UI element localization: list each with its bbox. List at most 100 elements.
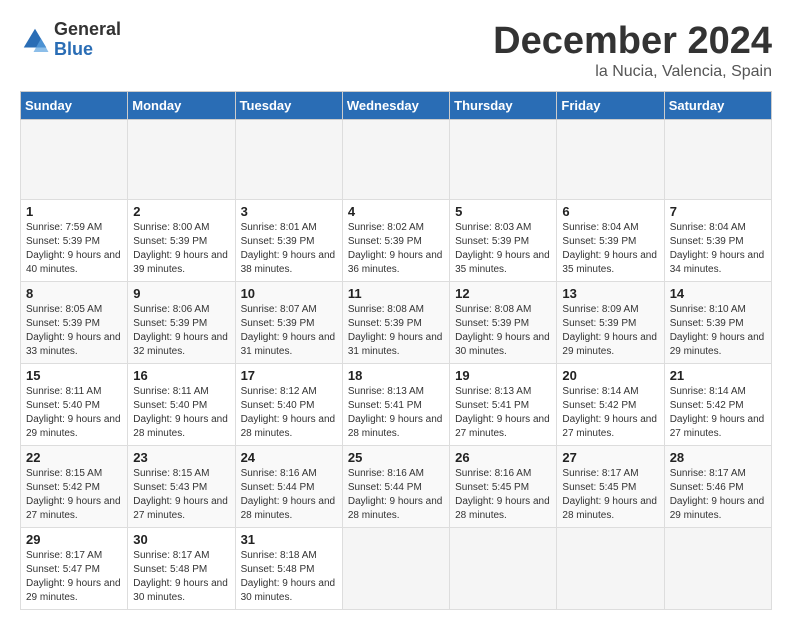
sunset: Sunset: 5:39 PM xyxy=(26,236,100,247)
sunset: Sunset: 5:40 PM xyxy=(26,400,100,411)
daylight: Daylight: 9 hours and 31 minutes. xyxy=(348,332,443,357)
calendar-week-row: 1Sunrise: 7:59 AMSunset: 5:39 PMDaylight… xyxy=(21,200,772,282)
day-number: 8 xyxy=(26,286,122,301)
calendar-week-row: 29 Sunrise: 8:17 AM Sunset: 5:47 PM Dayligh… xyxy=(21,528,772,610)
calendar-cell: 15Sunrise: 8:11 AMSunset: 5:40 PMDayligh… xyxy=(21,364,128,446)
daylight: Daylight: 9 hours and 27 minutes. xyxy=(562,414,657,439)
calendar-cell: 20Sunrise: 8:14 AMSunset: 5:42 PMDayligh… xyxy=(557,364,664,446)
day-of-week-friday: Friday xyxy=(557,92,664,120)
calendar-week-row xyxy=(21,120,772,200)
location: la Nucia, Valencia, Spain xyxy=(493,63,772,81)
sunset: Sunset: 5:45 PM xyxy=(562,482,636,493)
sunset: Sunset: 5:39 PM xyxy=(455,236,529,247)
sunrise: Sunrise: 8:08 AM xyxy=(455,304,531,315)
day-number: 11 xyxy=(348,286,444,301)
sunrise: Sunrise: 8:16 AM xyxy=(241,468,317,479)
day-number: 15 xyxy=(26,368,122,383)
sunset: Sunset: 5:39 PM xyxy=(241,236,315,247)
calendar-cell: 9Sunrise: 8:06 AMSunset: 5:39 PMDaylight… xyxy=(128,282,235,364)
sunrise: Sunrise: 8:15 AM xyxy=(133,468,209,479)
day-number: 16 xyxy=(133,368,229,383)
calendar-cell: 19Sunrise: 8:13 AMSunset: 5:41 PMDayligh… xyxy=(450,364,557,446)
sunset: Sunset: 5:42 PM xyxy=(562,400,636,411)
calendar-cell: 29 Sunrise: 8:17 AM Sunset: 5:47 PM Dayligh… xyxy=(21,528,128,610)
sunrise: Sunrise: 8:11 AM xyxy=(133,386,208,397)
calendar-week-row: 8Sunrise: 8:05 AMSunset: 5:39 PMDaylight… xyxy=(21,282,772,364)
day-of-week-thursday: Thursday xyxy=(450,92,557,120)
day-number: 27 xyxy=(562,450,658,465)
cell-content: Sunrise: 8:17 AM Sunset: 5:45 PM Daylight:… xyxy=(562,467,658,523)
cell-content: Sunrise: 8:14 AMSunset: 5:42 PMDaylight:… xyxy=(562,385,658,441)
daylight: Daylight: 9 hours and 30 minutes. xyxy=(133,578,228,603)
sunrise: Sunrise: 8:02 AM xyxy=(348,222,424,233)
daylight: Daylight: 9 hours and 28 minutes. xyxy=(348,496,443,521)
day-number: 26 xyxy=(455,450,551,465)
daylight: Daylight: 9 hours and 27 minutes. xyxy=(133,496,228,521)
sunrise: Sunrise: 8:11 AM xyxy=(26,386,101,397)
daylight: Daylight: 9 hours and 35 minutes. xyxy=(562,250,657,275)
calendar-cell xyxy=(664,528,771,610)
sunrise: Sunrise: 8:17 AM xyxy=(26,550,102,561)
cell-content: Sunrise: 8:09 AMSunset: 5:39 PMDaylight:… xyxy=(562,303,658,359)
daylight: Daylight: 9 hours and 39 minutes. xyxy=(133,250,228,275)
cell-content: Sunrise: 8:16 AMSunset: 5:44 PMDaylight:… xyxy=(348,467,444,523)
calendar-cell: 31Sunrise: 8:18 AMSunset: 5:48 PMDayligh… xyxy=(235,528,342,610)
logo-icon xyxy=(20,25,50,55)
day-number: 31 xyxy=(241,532,337,547)
daylight: Daylight: 9 hours and 28 minutes. xyxy=(562,496,657,521)
sunrise: Sunrise: 8:16 AM xyxy=(348,468,424,479)
daylight: Daylight: 9 hours and 28 minutes. xyxy=(348,414,443,439)
day-number: 25 xyxy=(348,450,444,465)
cell-content: Sunrise: 7:59 AMSunset: 5:39 PMDaylight:… xyxy=(26,221,122,277)
day-number: 3 xyxy=(241,204,337,219)
cell-content: Sunrise: 8:04 AMSunset: 5:39 PMDaylight:… xyxy=(562,221,658,277)
cell-content: Sunrise: 8:03 AMSunset: 5:39 PMDaylight:… xyxy=(455,221,551,277)
calendar-cell: 14Sunrise: 8:10 AMSunset: 5:39 PMDayligh… xyxy=(664,282,771,364)
calendar-cell: 21Sunrise: 8:14 AMSunset: 5:42 PMDayligh… xyxy=(664,364,771,446)
calendar-cell: 13Sunrise: 8:09 AMSunset: 5:39 PMDayligh… xyxy=(557,282,664,364)
cell-content: Sunrise: 8:12 AMSunset: 5:40 PMDaylight:… xyxy=(241,385,337,441)
day-number: 24 xyxy=(241,450,337,465)
sunrise: Sunrise: 8:17 AM xyxy=(562,468,638,479)
calendar-cell: 8Sunrise: 8:05 AMSunset: 5:39 PMDaylight… xyxy=(21,282,128,364)
cell-content: Sunrise: 8:10 AMSunset: 5:39 PMDaylight:… xyxy=(670,303,766,359)
sunrise: Sunrise: 8:14 AM xyxy=(670,386,746,397)
cell-content: Sunrise: 8:17 AMSunset: 5:48 PMDaylight:… xyxy=(133,549,229,605)
sunset: Sunset: 5:39 PM xyxy=(670,236,744,247)
calendar-cell: 25 Sunrise: 8:16 AMSunset: 5:44 PMDayligh… xyxy=(342,446,449,528)
day-of-week-tuesday: Tuesday xyxy=(235,92,342,120)
cell-content: Sunrise: 8:17 AMSunset: 5:46 PMDaylight:… xyxy=(670,467,766,523)
day-number: 17 xyxy=(241,368,337,383)
cell-content: Sunrise: 8:07 AMSunset: 5:39 PMDaylight:… xyxy=(241,303,337,359)
day-of-week-sunday: Sunday xyxy=(21,92,128,120)
calendar-cell xyxy=(557,120,664,200)
calendar-week-row: 22Sunrise: 8:15 AMSunset: 5:42 PMDayligh… xyxy=(21,446,772,528)
calendar-cell: 1Sunrise: 7:59 AMSunset: 5:39 PMDaylight… xyxy=(21,200,128,282)
sunrise: Sunrise: 7:59 AM xyxy=(26,222,102,233)
calendar-week-row: 15 Sunrise: 8:11 AM Sunset: 5:40 PM Dayligh… xyxy=(21,364,772,446)
cell-content: Sunrise: 8:01 AMSunset: 5:39 PMDaylight:… xyxy=(241,221,337,277)
sunset: Sunset: 5:47 PM xyxy=(26,564,100,575)
cell-content: Sunrise: 8:04 AMSunset: 5:39 PMDaylight:… xyxy=(670,221,766,277)
day-number: 29 xyxy=(26,532,122,547)
sunset: Sunset: 5:39 PM xyxy=(133,318,207,329)
calendar-cell xyxy=(235,120,342,200)
day-of-week-saturday: Saturday xyxy=(664,92,771,120)
sunrise: Sunrise: 8:13 AM xyxy=(455,386,531,397)
logo: General Blue xyxy=(20,20,121,60)
sunset: Sunset: 5:39 PM xyxy=(562,318,636,329)
daylight: Daylight: 9 hours and 28 minutes. xyxy=(241,496,336,521)
sunrise: Sunrise: 8:06 AM xyxy=(133,304,209,315)
calendar-cell: 23Sunrise: 8:15 AMSunset: 5:43 PMDayligh… xyxy=(128,446,235,528)
calendar-cell: 24Sunrise: 8:16 AMSunset: 5:44 PMDayligh… xyxy=(235,446,342,528)
calendar-body: 1Sunrise: 7:59 AMSunset: 5:39 PMDaylight… xyxy=(21,120,772,610)
calendar-table: SundayMondayTuesdayWednesdayThursdayFrid… xyxy=(20,91,772,610)
calendar-cell xyxy=(450,120,557,200)
calendar-cell: 18Sunrise: 8:13 AMSunset: 5:41 PMDayligh… xyxy=(342,364,449,446)
cell-content: Sunrise: 8:16 AMSunset: 5:45 PMDaylight:… xyxy=(455,467,551,523)
daylight: Daylight: 9 hours and 34 minutes. xyxy=(670,250,765,275)
day-number: 30 xyxy=(133,532,229,547)
daylight: Daylight: 9 hours and 29 minutes. xyxy=(26,578,121,603)
cell-content: Sunrise: 8:08 AMSunset: 5:39 PMDaylight:… xyxy=(455,303,551,359)
calendar-cell: 28Sunrise: 8:17 AMSunset: 5:46 PMDayligh… xyxy=(664,446,771,528)
